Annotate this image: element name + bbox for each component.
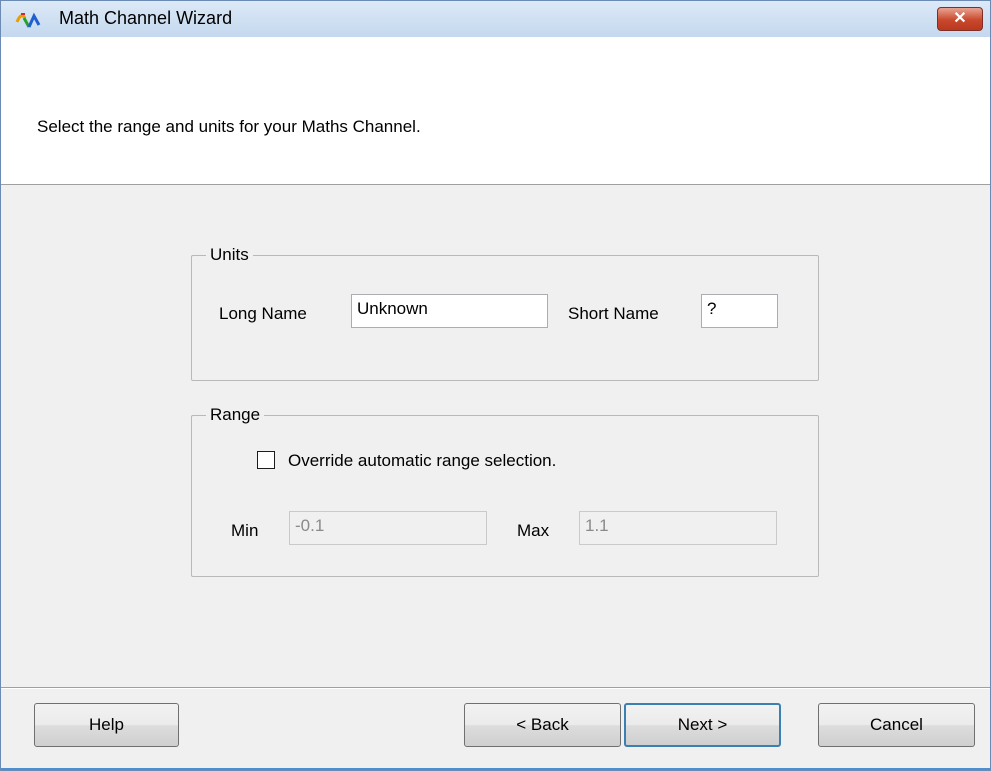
long-name-input[interactable]: Unknown <box>351 294 548 328</box>
wizard-header: Select the range and units for your Math… <box>1 37 990 185</box>
help-button[interactable]: Help <box>34 703 179 747</box>
window-bottom-border <box>1 768 990 770</box>
back-button[interactable]: < Back <box>464 703 621 747</box>
min-input[interactable]: -0.1 <box>289 511 487 545</box>
short-name-label: Short Name <box>568 304 659 323</box>
wizard-window: Math Channel Wizard ✕ Select the range a… <box>0 0 991 771</box>
app-waveform-icon <box>15 12 41 28</box>
close-icon: ✕ <box>953 10 967 27</box>
units-legend: Units <box>210 245 249 264</box>
footer-divider <box>1 687 990 689</box>
override-range-label[interactable]: Override automatic range selection. <box>288 451 556 471</box>
close-button[interactable]: ✕ <box>937 7 983 31</box>
next-button[interactable]: Next > <box>624 703 781 747</box>
window-title: Math Channel Wizard <box>59 8 233 28</box>
cancel-button[interactable]: Cancel <box>818 703 975 747</box>
long-name-label: Long Name <box>219 304 307 323</box>
range-legend: Range <box>210 405 261 424</box>
title-bar[interactable]: Math Channel Wizard ✕ <box>1 1 990 37</box>
range-group: Range <box>191 405 819 577</box>
header-instruction: Select the range and units for your Math… <box>37 117 421 136</box>
max-input[interactable]: 1.1 <box>579 511 777 545</box>
max-label: Max <box>517 521 550 540</box>
short-name-input[interactable]: ? <box>701 294 778 328</box>
min-label: Min <box>231 521 259 540</box>
override-range-checkbox[interactable] <box>257 451 275 469</box>
